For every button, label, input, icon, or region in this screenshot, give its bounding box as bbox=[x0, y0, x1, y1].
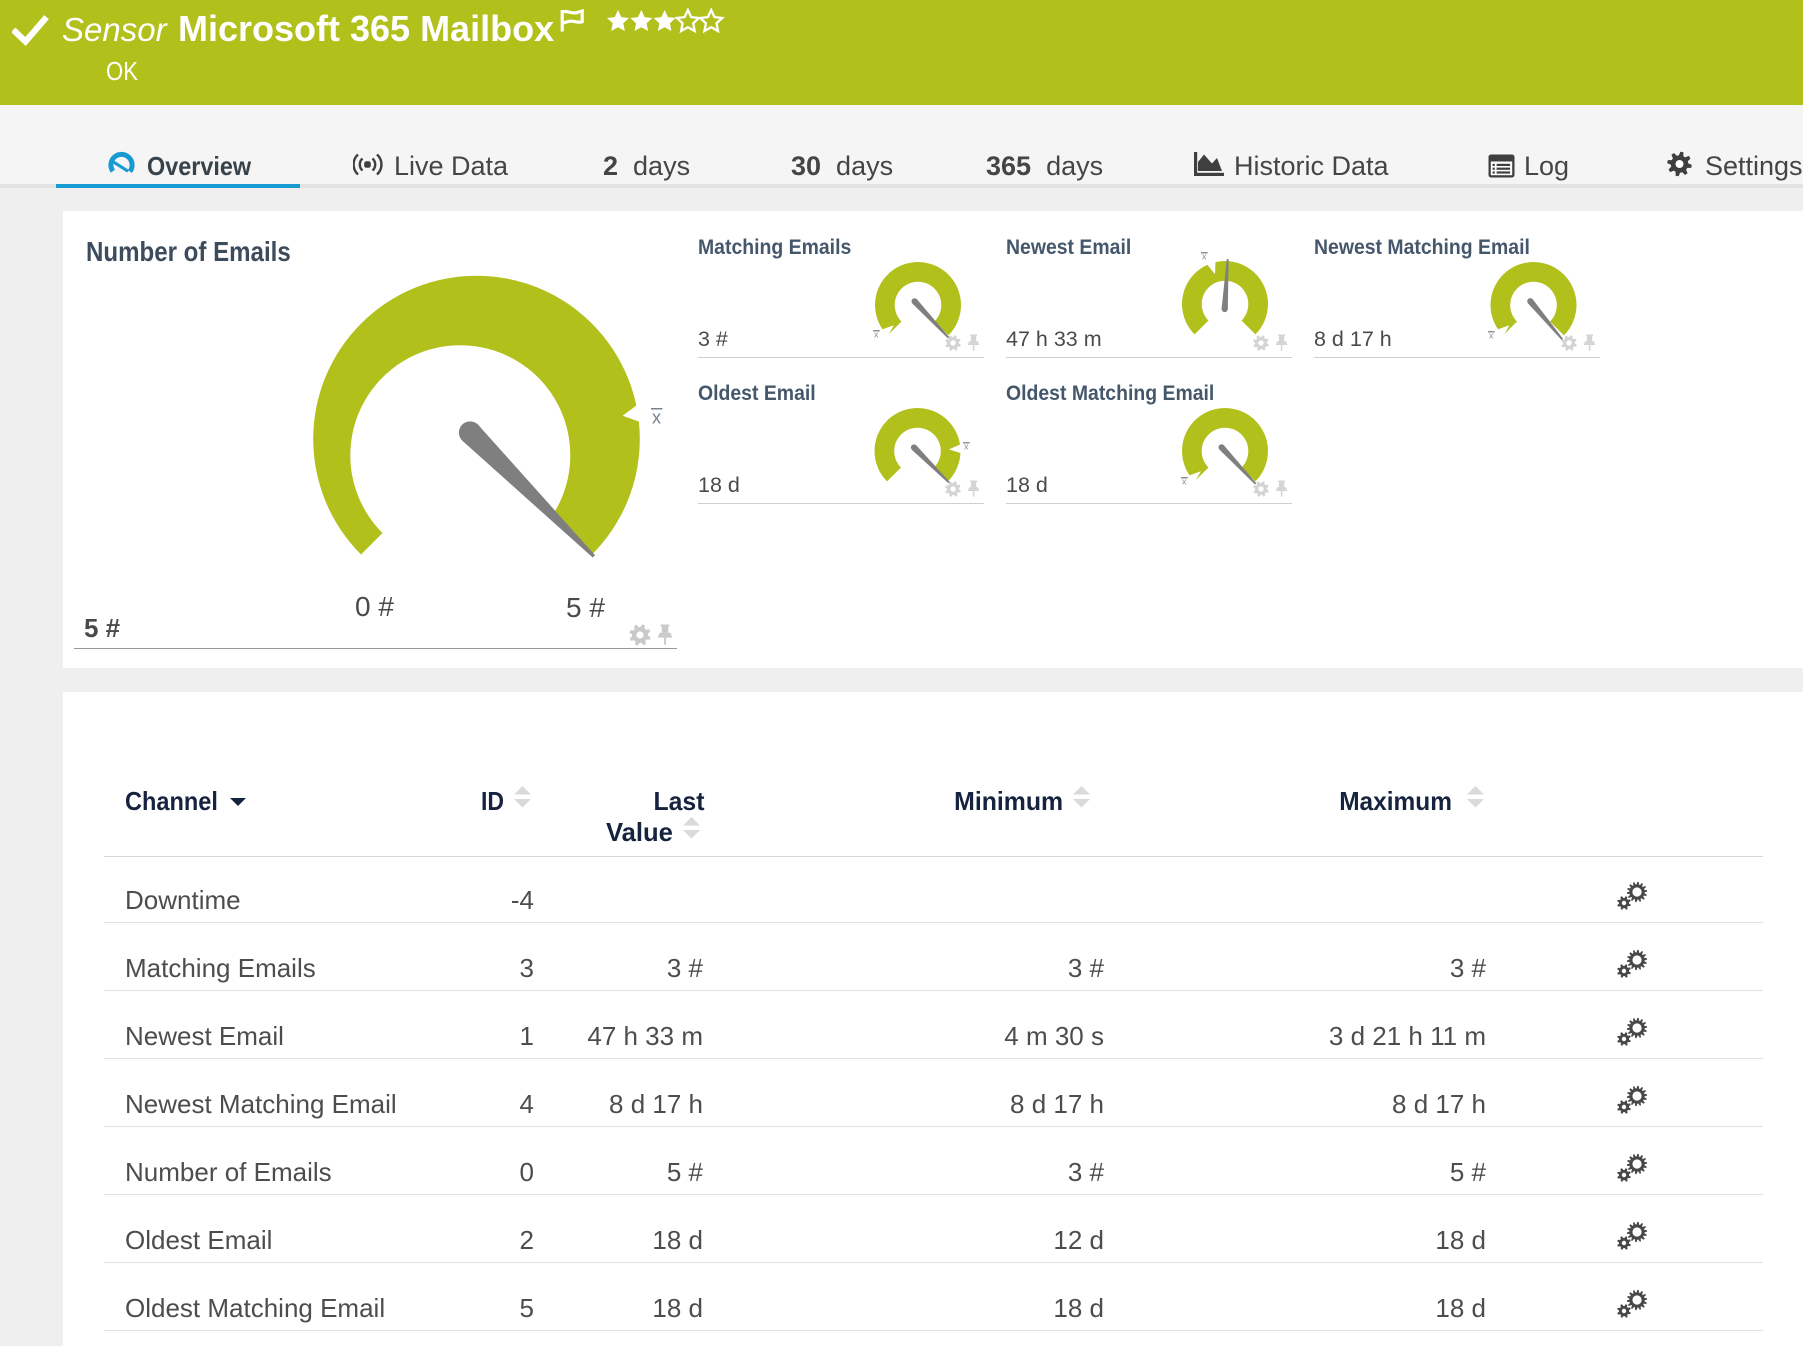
svg-text:x: x bbox=[652, 408, 661, 428]
